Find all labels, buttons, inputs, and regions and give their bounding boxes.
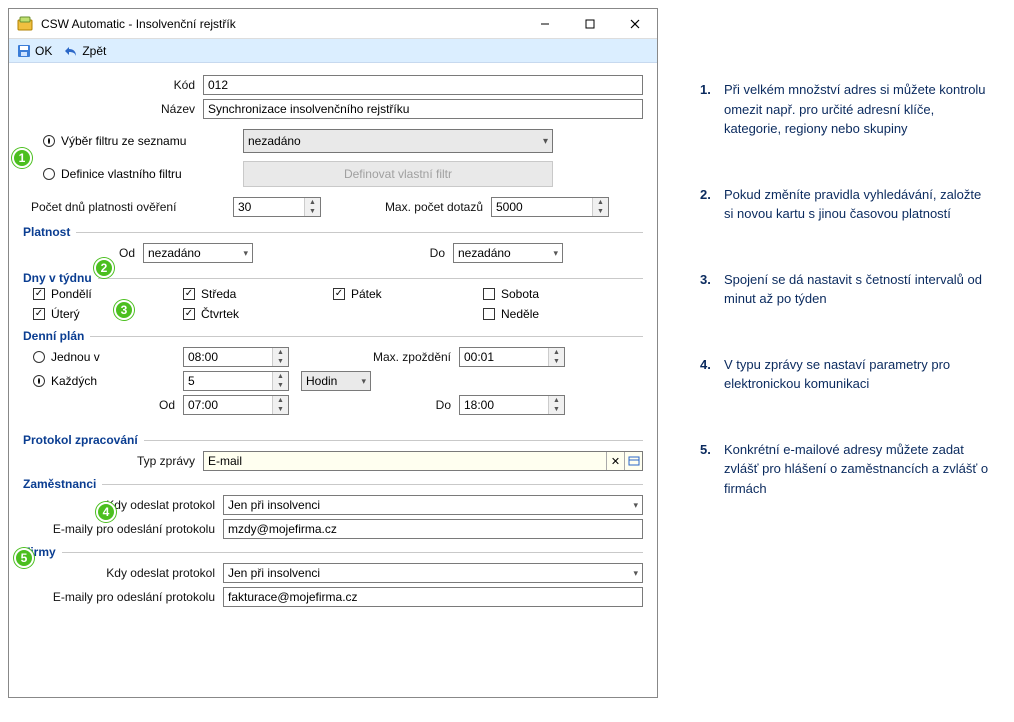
app-icon (17, 16, 33, 32)
when-send-comp-label: Kdy odeslat protokol (23, 566, 223, 580)
clear-icon[interactable]: ✕ (606, 452, 624, 470)
check-tue[interactable] (33, 308, 45, 320)
maximize-button[interactable] (567, 9, 612, 38)
days-valid-spinner[interactable]: ▲▼ (233, 197, 321, 217)
marker-3: 3 (114, 300, 134, 320)
daily-od-label: Od (33, 398, 183, 412)
max-queries-value[interactable] (492, 198, 592, 216)
when-send-comp-select[interactable]: Jen při insolvenci▾ (223, 563, 643, 583)
filter-select-value: nezadáno (248, 134, 301, 148)
once-time-spinner[interactable]: ▲▼ (183, 347, 289, 367)
platnost-od-label: Od (103, 246, 143, 260)
check-thu[interactable] (183, 308, 195, 320)
check-sun[interactable] (483, 308, 495, 320)
when-send-emp-select[interactable]: Jen při insolvenci▾ (223, 495, 643, 515)
toolbar: OK Zpět (9, 39, 657, 63)
days-valid-label: Počet dnů platnosti ověření (23, 200, 233, 214)
marker-5: 5 (14, 548, 34, 568)
ok-button[interactable]: OK (13, 41, 56, 61)
protocol-header: Protokol zpracování (23, 433, 643, 447)
title-bar: CSW Automatic - Insolvenční rejstřík (9, 9, 657, 39)
back-button[interactable]: Zpět (60, 41, 110, 61)
filter-own-radio-label: Definice vlastního filtru (61, 167, 182, 181)
note-5: 5.Konkrétní e-mailové adresy můžete zada… (700, 440, 990, 499)
msg-type-lookup[interactable]: E-mail ✕ (203, 451, 643, 471)
daily-do-spinner[interactable]: ▲▼ (459, 395, 565, 415)
note-4: 4.V typu zprávy se nastaví parametry pro… (700, 355, 990, 394)
marker-1: 1 (12, 148, 32, 168)
filter-list-radio-label: Výběr filtru ze seznamu (61, 134, 186, 148)
every-spinner[interactable]: ▲▼ (183, 371, 289, 391)
spin-up-icon[interactable]: ▲ (593, 198, 608, 207)
platnost-do-select[interactable]: nezadáno▾ (453, 243, 563, 263)
emails-emp-label: E-maily pro odeslání protokolu (23, 522, 223, 536)
form-area: Kód Název Výběr filtru ze seznamu nezadá… (9, 63, 657, 697)
ok-label: OK (35, 44, 52, 58)
platnost-header: Platnost (23, 225, 643, 239)
msg-type-label: Typ zprávy (23, 454, 203, 468)
save-icon (17, 44, 31, 58)
chevron-down-icon: ▾ (543, 136, 548, 147)
once-radio[interactable] (33, 351, 45, 363)
undo-icon (64, 44, 78, 58)
nazev-label: Název (23, 102, 203, 116)
side-notes: 1.Při velkém množství adres si můžete ko… (700, 80, 990, 544)
chevron-down-icon: ▾ (633, 568, 638, 579)
every-radio[interactable] (33, 375, 45, 387)
emails-comp-input[interactable] (223, 587, 643, 607)
platnost-do-label: Do (253, 246, 453, 260)
max-delay-spinner[interactable]: ▲▼ (459, 347, 565, 367)
unit-select[interactable]: Hodin▾ (301, 371, 371, 391)
check-sat[interactable] (483, 288, 495, 300)
platnost-od-select[interactable]: nezadáno▾ (143, 243, 253, 263)
employees-header: Zaměstnanci (23, 477, 643, 491)
back-label: Zpět (82, 44, 106, 58)
note-3: 3.Spojení se dá nastavit s četností inte… (700, 270, 990, 309)
daily-od-spinner[interactable]: ▲▼ (183, 395, 289, 415)
max-queries-label: Max. počet dotazů (321, 200, 491, 214)
minimize-button[interactable] (522, 9, 567, 38)
chevron-down-icon: ▾ (361, 376, 366, 387)
daily-header: Denní plán (23, 329, 643, 343)
spin-down-icon[interactable]: ▼ (305, 207, 320, 216)
spin-up-icon[interactable]: ▲ (305, 198, 320, 207)
window-buttons (522, 9, 657, 38)
lookup-icon[interactable] (624, 452, 642, 470)
filter-list-radio[interactable] (43, 135, 55, 147)
window-title: CSW Automatic - Insolvenční rejstřík (41, 17, 522, 31)
note-1: 1.Při velkém množství adres si můžete ko… (700, 80, 990, 139)
check-wed[interactable] (183, 288, 195, 300)
emails-comp-label: E-maily pro odeslání protokolu (23, 590, 223, 604)
days-header: Dny v týdnu (23, 271, 643, 285)
days-valid-value[interactable] (234, 198, 304, 216)
marker-2: 2 (94, 258, 114, 278)
define-own-filter-button: Definovat vlastní filtr (243, 161, 553, 187)
app-window: CSW Automatic - Insolvenční rejstřík OK … (8, 8, 658, 698)
check-fri[interactable] (333, 288, 345, 300)
daily-do-label: Do (289, 398, 459, 412)
chevron-down-icon: ▾ (243, 248, 248, 259)
close-button[interactable] (612, 9, 657, 38)
max-delay-label: Max. zpoždění (289, 350, 459, 364)
chevron-down-icon: ▾ (633, 500, 638, 511)
max-queries-spinner[interactable]: ▲▼ (491, 197, 609, 217)
spin-down-icon[interactable]: ▼ (593, 207, 608, 216)
kod-input[interactable] (203, 75, 643, 95)
filter-own-radio[interactable] (43, 168, 55, 180)
emails-emp-input[interactable] (223, 519, 643, 539)
nazev-input[interactable] (203, 99, 643, 119)
filter-select[interactable]: nezadáno ▾ (243, 129, 553, 153)
note-2: 2.Pokud změníte pravidla vyhledávání, za… (700, 185, 990, 224)
when-send-emp-label: Kdy odeslat protokol (23, 498, 223, 512)
companies-header: Firmy (23, 545, 643, 559)
kod-label: Kód (23, 78, 203, 92)
chevron-down-icon: ▾ (553, 248, 558, 259)
check-mon[interactable] (33, 288, 45, 300)
marker-4: 4 (96, 502, 116, 522)
